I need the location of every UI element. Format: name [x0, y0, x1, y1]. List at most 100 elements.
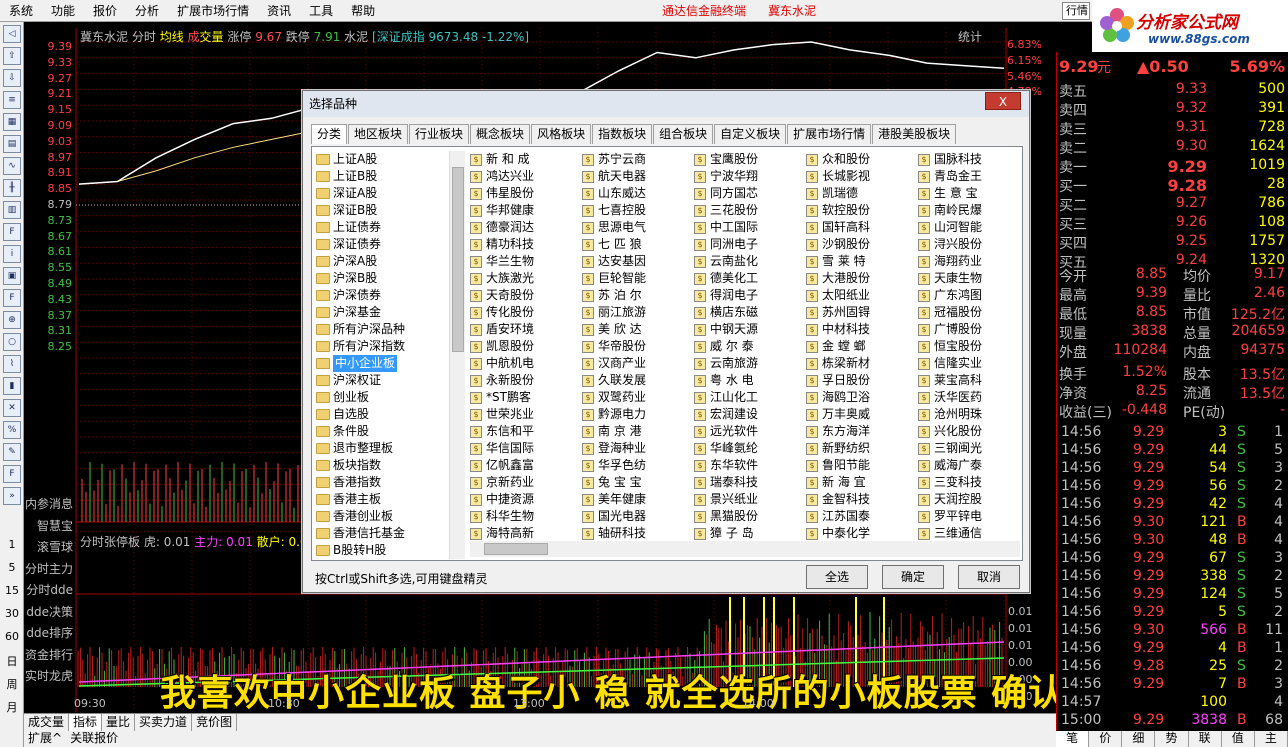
- stock-item[interactable]: $ 达安基因: [582, 253, 694, 270]
- tab-hk-us[interactable]: 港股美股板块: [872, 124, 957, 144]
- stock-item[interactable]: $ 国脉科技: [918, 151, 1020, 168]
- menu-ext-market[interactable]: 扩展市场行情: [168, 0, 258, 22]
- stock-item[interactable]: $ 江苏国泰: [806, 508, 918, 525]
- stock-item[interactable]: $ 中工国际: [694, 219, 806, 236]
- category-item[interactable]: 沪深债券: [316, 287, 448, 304]
- category-item[interactable]: 板块指数: [316, 457, 448, 474]
- period-num[interactable]: 15: [2, 584, 22, 597]
- table-icon[interactable]: ▤: [3, 135, 21, 153]
- category-item[interactable]: 所有沪深指数: [316, 338, 448, 355]
- stock-item[interactable]: $ 海特高新: [470, 525, 582, 541]
- stock-item[interactable]: $ 沧州明珠: [918, 406, 1020, 423]
- stock-item[interactable]: $ 众和股份: [806, 151, 918, 168]
- stock-item[interactable]: $ 华峰氨纶: [694, 440, 806, 457]
- f10-icon[interactable]: F: [3, 223, 21, 241]
- stock-item[interactable]: $ 三变科技: [918, 474, 1020, 491]
- stock-item[interactable]: $ 软控股份: [806, 202, 918, 219]
- stock-item[interactable]: $ 德豪润达: [470, 219, 582, 236]
- stock-item[interactable]: $ 万丰奥威: [806, 406, 918, 423]
- stock-item[interactable]: $ 獐 子 岛: [694, 525, 806, 541]
- stock-item[interactable]: $ 广博股份: [918, 321, 1020, 338]
- stock-item[interactable]: $ 海翔药业: [918, 253, 1020, 270]
- stock-item[interactable]: $ 华帝股份: [582, 338, 694, 355]
- period-num[interactable]: 60: [2, 630, 22, 643]
- stock-item[interactable]: $ 莱宝高科: [918, 372, 1020, 389]
- category-item[interactable]: 沪深B股: [316, 270, 448, 287]
- stock-item[interactable]: $ 远光软件: [694, 423, 806, 440]
- up-icon[interactable]: ⇧: [3, 47, 21, 65]
- tab-xi[interactable]: 细: [1122, 731, 1156, 747]
- cross-icon[interactable]: ✕: [3, 399, 21, 417]
- category-item[interactable]: 深证A股: [316, 185, 448, 202]
- func-dde-juece[interactable]: dde决策: [24, 602, 76, 624]
- stock-item[interactable]: $ 伟星股份: [470, 185, 582, 202]
- func-dde-paixu[interactable]: dde排序: [24, 623, 76, 645]
- tab-buysell[interactable]: 买卖力道: [135, 714, 193, 731]
- menu-system[interactable]: 系统: [0, 0, 42, 22]
- stock-item[interactable]: $ 国轩高科: [806, 219, 918, 236]
- func-zijin[interactable]: 资金排行: [24, 645, 76, 667]
- stock-item[interactable]: $ 华孚色纺: [582, 457, 694, 474]
- stock-item[interactable]: $ 山东威达: [582, 185, 694, 202]
- stock-item[interactable]: $ 华兰生物: [470, 253, 582, 270]
- stock-item[interactable]: $ 中泰化学: [806, 525, 918, 541]
- category-item[interactable]: 香港创业板: [316, 508, 448, 525]
- tab-zhi[interactable]: 值: [1222, 731, 1255, 747]
- stock-item[interactable]: $ 久联发展: [582, 372, 694, 389]
- category-item[interactable]: 上证B股: [316, 168, 448, 185]
- cancel-button[interactable]: 取消: [958, 565, 1020, 589]
- stock-item[interactable]: $ *ST鹏客: [470, 389, 582, 406]
- stock-item[interactable]: $ 同洲电子: [694, 236, 806, 253]
- stock-item[interactable]: $ 宏润建设: [694, 406, 806, 423]
- stock-item[interactable]: $ 兔 宝 宝: [582, 474, 694, 491]
- stock-item[interactable]: $ 江山化工: [694, 389, 806, 406]
- func-fenshi-zhuli[interactable]: 分时主力: [24, 559, 76, 581]
- stock-item[interactable]: $ 浔兴股份: [918, 236, 1020, 253]
- tongji-button[interactable]: 统计: [958, 28, 982, 45]
- vol-icon[interactable]: ▮: [3, 377, 21, 395]
- stock-item[interactable]: $ 新野纺织: [806, 440, 918, 457]
- chart-line-icon[interactable]: ∿: [3, 157, 21, 175]
- stock-item[interactable]: $ 横店东磁: [694, 304, 806, 321]
- tab-lian[interactable]: 联: [1189, 731, 1222, 747]
- stock-item[interactable]: $ 中钢天源: [694, 321, 806, 338]
- stock-item[interactable]: $ 东信和平: [470, 423, 582, 440]
- stock-item[interactable]: $ 冠福股份: [918, 304, 1020, 321]
- category-item[interactable]: 上证A股: [316, 151, 448, 168]
- stock-item[interactable]: $ 山河智能: [918, 219, 1020, 236]
- stock-item[interactable]: $ 七 匹 狼: [582, 236, 694, 253]
- stock-item[interactable]: $ 丽江旅游: [582, 304, 694, 321]
- stock-item[interactable]: $ 苏 泊 尔: [582, 287, 694, 304]
- stock-item[interactable]: $ 三维通信: [918, 525, 1020, 541]
- stock-item[interactable]: $ 凯瑞德: [806, 185, 918, 202]
- hscroll-thumb[interactable]: [484, 543, 548, 555]
- stock-item[interactable]: $ 南 京 港: [582, 423, 694, 440]
- back-icon[interactable]: ◁: [3, 25, 21, 43]
- stock-item[interactable]: $ 轴研科技: [582, 525, 694, 541]
- trend-icon[interactable]: ⌇: [3, 355, 21, 373]
- f12-icon[interactable]: F: [3, 289, 21, 307]
- stock-item[interactable]: $ 黑猫股份: [694, 508, 806, 525]
- quote-switch[interactable]: 行情: [1062, 2, 1090, 20]
- stock-item[interactable]: $ 中材科技: [806, 321, 918, 338]
- stock-item[interactable]: $ 同方国芯: [694, 185, 806, 202]
- stock-item[interactable]: $ 亿帆鑫富: [470, 457, 582, 474]
- stock-item[interactable]: $ 大族激光: [470, 270, 582, 287]
- stock-item[interactable]: $ 金智科技: [806, 491, 918, 508]
- stock-item[interactable]: $ 京新药业: [470, 474, 582, 491]
- stock-item[interactable]: $ 沙钢股份: [806, 236, 918, 253]
- tab-related[interactable]: 关联报价: [66, 731, 122, 747]
- circle-icon[interactable]: ○: [3, 333, 21, 351]
- tab-combo[interactable]: 组合板块: [653, 124, 714, 144]
- menu-quote[interactable]: 报价: [84, 0, 126, 22]
- kline-icon[interactable]: ╫: [3, 179, 21, 197]
- stock-item[interactable]: $ 苏州固锝: [806, 304, 918, 321]
- select-all-button[interactable]: 全选: [806, 565, 868, 589]
- stock-item[interactable]: $ 云南旅游: [694, 355, 806, 372]
- category-item[interactable]: 沪深权证: [316, 372, 448, 389]
- stock-item[interactable]: $ 传化股份: [470, 304, 582, 321]
- category-item[interactable]: 深证B股: [316, 202, 448, 219]
- func-longhu[interactable]: 实时龙虎: [24, 666, 76, 688]
- category-item[interactable]: 香港信托基金: [316, 525, 448, 542]
- stock-item[interactable]: $ 生 意 宝: [918, 185, 1020, 202]
